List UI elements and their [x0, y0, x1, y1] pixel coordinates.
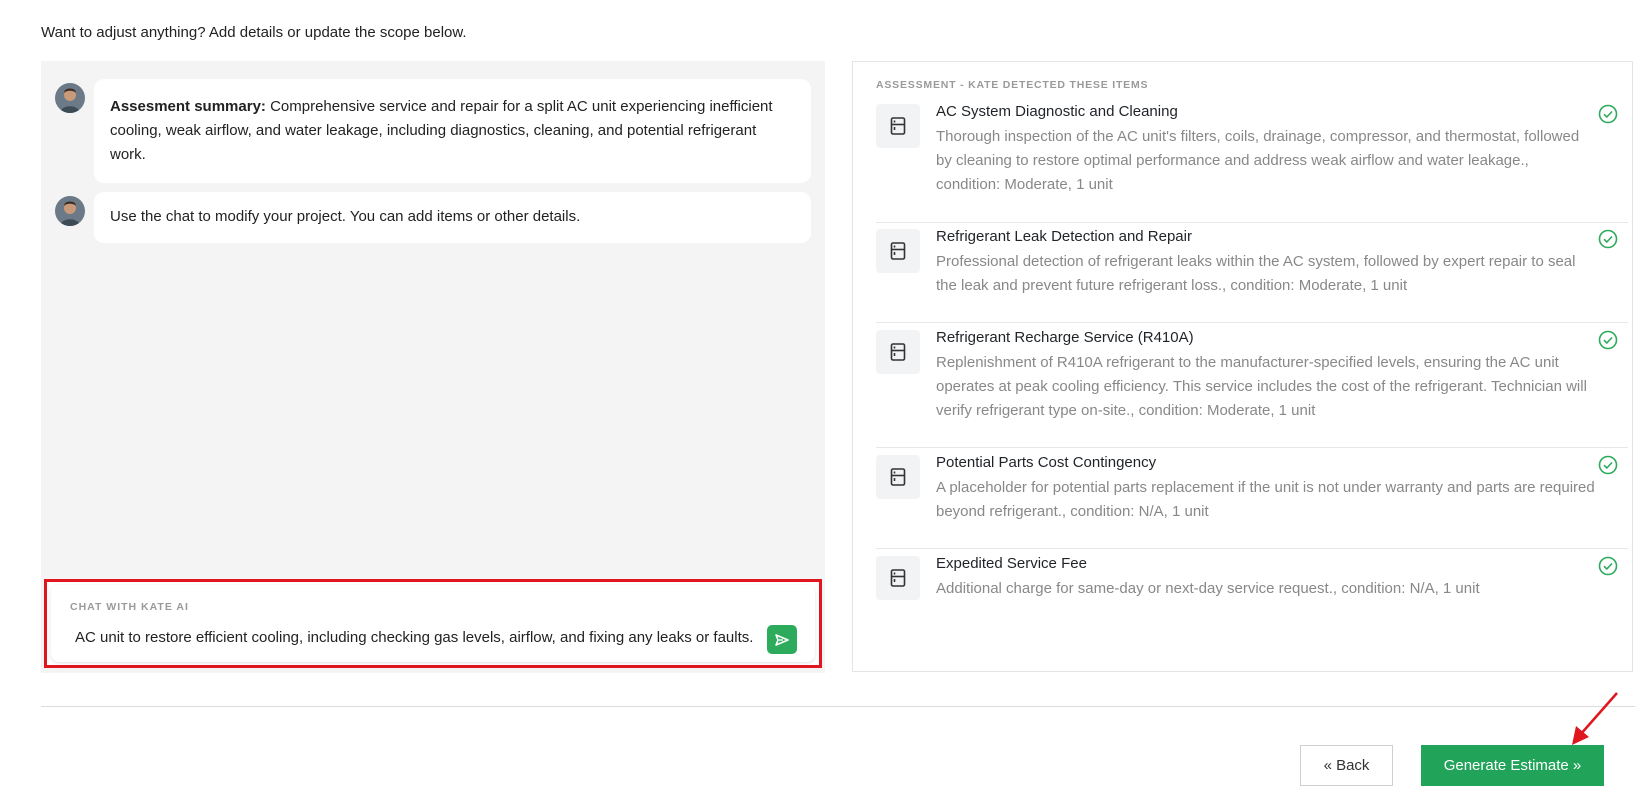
footer-divider [41, 706, 1635, 707]
item-title: Refrigerant Leak Detection and Repair [936, 228, 1192, 245]
item-description: Professional detection of refrigerant le… [936, 253, 1576, 294]
item-body: Refrigerant Leak Detection and Repair Pr… [936, 227, 1596, 298]
item-title: AC System Diagnostic and Cleaning [936, 103, 1178, 120]
send-icon [775, 633, 789, 646]
fridge-icon [876, 455, 920, 499]
chat-input-label: CHAT WITH KATE AI [70, 601, 189, 613]
item-title: Expedited Service Fee [936, 555, 1087, 572]
item-description: Additional charge for same-day or next-d… [936, 580, 1480, 597]
avatar [55, 83, 85, 113]
generate-estimate-button[interactable]: Generate Estimate » [1421, 745, 1604, 786]
send-button[interactable] [767, 625, 797, 654]
chat-message: Assesment summary: Comprehensive service… [55, 79, 811, 183]
item-body: Potential Parts Cost Contingency A place… [936, 453, 1596, 524]
divider [876, 447, 1628, 448]
assessment-title: ASSESSMENT - KATE DETECTED THESE ITEMS [876, 79, 1149, 91]
fridge-icon [876, 330, 920, 374]
fridge-icon [876, 229, 920, 273]
item-description: Thorough inspection of the AC unit's fil… [936, 128, 1580, 193]
check-circle-icon [1598, 330, 1618, 350]
item-body: AC System Diagnostic and Cleaning Thorou… [936, 102, 1596, 197]
divider [876, 548, 1628, 549]
chat-input-container: CHAT WITH KATE AI AC unit to restore eff… [51, 585, 815, 662]
item-description: A placeholder for potential parts replac… [936, 479, 1595, 520]
item-title: Potential Parts Cost Contingency [936, 454, 1157, 471]
chat-bubble: Assesment summary: Comprehensive service… [94, 79, 811, 183]
fridge-icon [876, 104, 920, 148]
item-description: Replenishment of R410A refrigerant to th… [936, 354, 1587, 419]
back-button[interactable]: « Back [1300, 745, 1393, 786]
check-circle-icon [1598, 229, 1618, 249]
chat-message: Use the chat to modify your project. You… [55, 192, 811, 243]
summary-label: Assesment summary: [110, 98, 266, 115]
intro-text: Want to adjust anything? Add details or … [41, 24, 467, 41]
fridge-icon [876, 556, 920, 600]
item-body: Expedited Service Fee Additional charge … [936, 554, 1596, 601]
check-circle-icon [1598, 104, 1618, 124]
divider [876, 222, 1628, 223]
chat-bubble: Use the chat to modify your project. You… [94, 192, 811, 243]
item-title: Refrigerant Recharge Service (R410A) [936, 329, 1194, 346]
assessment-panel: ASSESSMENT - KATE DETECTED THESE ITEMS A… [852, 61, 1633, 672]
chat-message-text: Use the chat to modify your project. You… [110, 208, 581, 225]
item-body: Refrigerant Recharge Service (R410A) Rep… [936, 328, 1596, 423]
divider [876, 322, 1628, 323]
check-circle-icon [1598, 556, 1618, 576]
avatar [55, 196, 85, 226]
chat-input[interactable]: AC unit to restore efficient cooling, in… [75, 629, 753, 646]
chat-input-highlight: CHAT WITH KATE AI AC unit to restore eff… [44, 579, 822, 668]
red-arrow-annotation [1572, 692, 1618, 745]
check-circle-icon [1598, 455, 1618, 475]
